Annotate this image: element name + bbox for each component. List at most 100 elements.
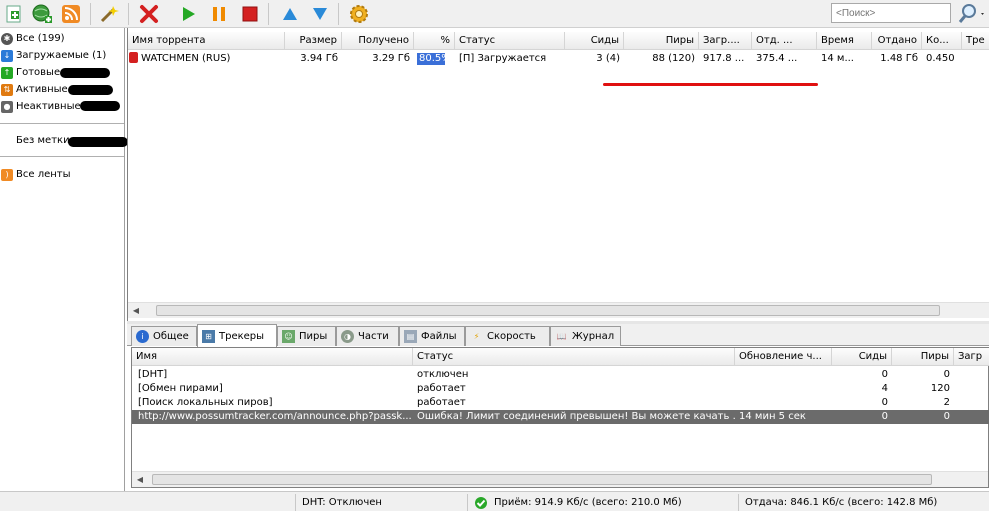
sidebar-item-all-feeds[interactable]: ) Все ленты [1, 167, 71, 182]
tracker-row[interactable]: [DHT] отключен 0 0 [132, 368, 989, 382]
settings-icon[interactable] [347, 2, 371, 26]
column-header-size[interactable]: Размер [285, 32, 342, 50]
tracker-seeds: 4 [881, 383, 888, 394]
tab-files[interactable]: ▤ Файлы [399, 326, 465, 346]
tracker-name: [Поиск локальных пиров] [138, 397, 273, 408]
redaction-mark [68, 137, 128, 147]
status-upload[interactable]: Отдача: 846.1 Кб/с (всего: 142.8 Мб) [739, 494, 989, 511]
tracker-update: 14 мин 5 сек [739, 411, 806, 422]
torrent-list-scrollbar[interactable]: ◀ [128, 302, 989, 318]
annotation-underline [603, 83, 818, 86]
pieces-icon: ◑ [341, 330, 354, 343]
column-header-update[interactable]: Обновление ч... [735, 348, 832, 366]
download-icon: ↓ [1, 49, 13, 62]
sidebar-item-downloading[interactable]: ↓ Загружаемые (1) [1, 48, 106, 63]
sidebar-item-label: Без метки [16, 135, 70, 146]
detail-tabs: i Общее ⊞ Трекеры ☺ Пиры ◑ Части ▤ Файлы ⚡ Ско… [127, 324, 989, 347]
scroll-left-icon[interactable]: ◀ [134, 474, 146, 486]
column-header-status[interactable]: Статус [455, 32, 565, 50]
torrent-percent: 80.5% [419, 53, 451, 64]
status-download[interactable]: Приём: 914.9 Кб/с (всего: 210.0 Мб) [468, 494, 739, 511]
tab-label: Файлы [421, 331, 457, 342]
tracker-row[interactable]: [Поиск локальных пиров] работает 0 2 [132, 396, 989, 410]
column-header-received[interactable]: Получено [342, 32, 414, 50]
rss-icon[interactable] [59, 2, 83, 26]
column-header-ratio[interactable]: Ко... [922, 32, 962, 50]
column-header-status[interactable]: Статус [413, 348, 735, 366]
tracker-peers: 0 [943, 411, 950, 422]
column-header-time[interactable]: Время [817, 32, 872, 50]
scroll-left-icon[interactable]: ◀ [130, 305, 142, 317]
tab-general[interactable]: i Общее [131, 326, 197, 346]
tab-peers[interactable]: ☺ Пиры [277, 326, 336, 346]
log-icon: 📖 [556, 332, 567, 341]
trackers-scrollbar[interactable]: ◀ [132, 471, 988, 487]
sidebar-item-active[interactable]: ⇅ Активные [1, 82, 68, 97]
torrent-row[interactable]: WATCHMEN (RUS) 3.94 Гб 3.29 Гб 80.5% [П]… [128, 51, 989, 67]
tracker-status: отключен [417, 369, 469, 380]
move-down-icon[interactable] [308, 2, 332, 26]
tab-label: Пиры [299, 331, 328, 342]
torrent-name: WATCHMEN (RUS) [141, 53, 231, 64]
column-header-seeds[interactable]: Сиды [832, 348, 892, 366]
toolbar-separator [90, 3, 91, 25]
column-header-percent[interactable]: % [414, 32, 455, 50]
trackers-pane: Имя Статус Обновление ч... Сиды Пиры Заг… [131, 347, 989, 488]
tab-pieces[interactable]: ◑ Части [336, 326, 399, 346]
column-header-peers[interactable]: Пиры [624, 32, 699, 50]
toolbar-separator [268, 3, 269, 25]
search-input[interactable] [831, 3, 951, 23]
sidebar-item-completed[interactable]: ↑ Готовые [1, 65, 60, 80]
scrollbar-thumb[interactable] [156, 305, 940, 316]
column-header-download-speed[interactable]: Загр.... [699, 32, 752, 50]
column-header-upload-speed[interactable]: Отд. ... [752, 32, 817, 50]
add-url-icon[interactable] [30, 2, 54, 26]
remove-icon[interactable] [137, 2, 161, 26]
tracker-status: работает [417, 383, 466, 394]
column-header-seeds[interactable]: Сиды [565, 32, 624, 50]
add-torrent-icon[interactable] [2, 2, 26, 26]
sidebar: ✱ Все (199) ↓ Загружаемые (1) ↑ Готовые … [0, 28, 128, 491]
status-panel-empty [0, 494, 296, 511]
toolbar [0, 0, 989, 28]
ok-icon [475, 496, 487, 509]
sidebar-item-inactive[interactable]: ● Неактивные [1, 99, 81, 114]
column-header-tracker[interactable]: Тре [962, 32, 989, 50]
toolbar-separator [128, 3, 129, 25]
sidebar-item-label: Все ленты [16, 169, 71, 180]
sidebar-item-label: Все (199) [16, 33, 65, 44]
tracker-row[interactable]: [Обмен пирами] работает 4 120 [132, 382, 989, 396]
column-header-name[interactable]: Имя торрента [128, 32, 285, 50]
torrent-name-cell: WATCHMEN (RUS) [128, 51, 285, 67]
tracker-update [735, 368, 832, 382]
tab-speed[interactable]: ⚡ Скорость [465, 326, 550, 346]
column-header-name[interactable]: Имя [132, 348, 413, 366]
tab-label: Журнал [572, 331, 615, 342]
sidebar-item-no-label[interactable]: Без метки [16, 133, 70, 148]
column-header-uploaded[interactable]: Отдано [872, 32, 922, 50]
column-header-peers[interactable]: Пиры [892, 348, 954, 366]
tab-trackers[interactable]: ⊞ Трекеры [197, 324, 277, 347]
torrent-size: 3.94 Гб [300, 53, 338, 64]
scrollbar-thumb[interactable] [152, 474, 932, 485]
column-header-download[interactable]: Загр [954, 348, 989, 366]
tracker-seeds: 0 [881, 411, 888, 422]
torrent-download-speed: 917.8 ... [703, 53, 745, 64]
status-dht[interactable]: DHT: Отключен [296, 494, 468, 511]
start-icon[interactable] [176, 2, 200, 26]
create-torrent-icon[interactable] [97, 2, 121, 26]
stop-icon[interactable] [238, 2, 262, 26]
torrent-list: Имя торрента Размер Получено % Статус Си… [127, 28, 989, 321]
files-icon: ▤ [404, 330, 417, 343]
inactive-icon: ● [1, 100, 13, 113]
pause-icon[interactable] [207, 2, 231, 26]
tracker-row-selected[interactable]: http://www.possumtracker.com/announce.ph… [132, 410, 989, 424]
sidebar-item-all[interactable]: ✱ Все (199) [1, 31, 65, 46]
torrent-status: [П] Загружается [459, 53, 547, 64]
torrent-uploaded: 1.48 Гб [880, 53, 918, 64]
tab-log[interactable]: 📖 Журнал [550, 326, 621, 346]
move-up-icon[interactable] [278, 2, 302, 26]
search-icon[interactable] [954, 1, 988, 27]
all-torrents-icon: ✱ [1, 32, 13, 45]
speed-icon: ⚡ [473, 332, 480, 341]
